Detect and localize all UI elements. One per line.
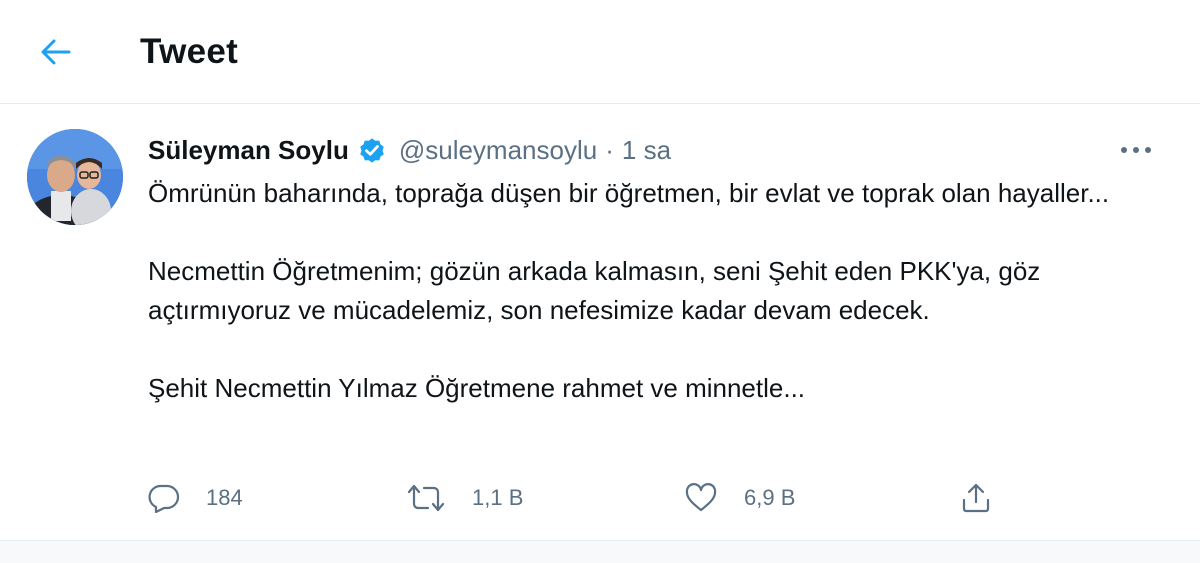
tweet-time[interactable]: 1 sa [622,135,671,166]
tweet-paragraph: Ömrünün baharında, toprağa düşen bir öğr… [148,178,1110,208]
like-count: 6,9 B [744,485,796,510]
page-header: Tweet [0,0,1200,104]
heart-icon [685,483,717,512]
timeline-divider [0,540,1200,563]
retweet-button[interactable]: 1,1 B [406,476,523,520]
verified-badge-icon [357,135,387,165]
arrow-left-icon [41,39,71,65]
tweet-paragraph: Necmettin Öğretmenim; gözün arkada kalma… [148,256,1041,325]
author-name[interactable]: Süleyman Soylu [148,135,349,166]
more-horizontal-icon [1121,147,1151,153]
avatar[interactable] [27,129,123,225]
retweet-icon [407,484,445,512]
avatar-photo [27,129,123,225]
back-button[interactable] [24,28,88,76]
reply-count: 184 [206,485,243,510]
author-row: Süleyman Soylu @suleymansoylu · 1 sa [148,130,671,170]
share-button[interactable] [960,476,992,520]
reply-button[interactable]: 184 [148,476,243,520]
page-title: Tweet [140,32,239,71]
like-button[interactable]: 6,9 B [684,476,795,520]
tweet-actions: 184 1,1 B 6,9 B [148,476,1048,520]
tweet: Süleyman Soylu @suleymansoylu · 1 sa Ömr… [0,104,1200,540]
separator-dot: · [605,134,614,165]
tweet-text: Ömrünün baharında, toprağa düşen bir öğr… [148,174,1158,408]
retweet-count: 1,1 B [472,485,524,510]
more-options-button[interactable] [1112,132,1160,168]
share-icon [962,483,990,513]
reply-icon [148,484,180,513]
author-handle[interactable]: @suleymansoylu [399,135,597,166]
tweet-paragraph: Şehit Necmettin Yılmaz Öğretmene rahmet … [148,373,806,403]
